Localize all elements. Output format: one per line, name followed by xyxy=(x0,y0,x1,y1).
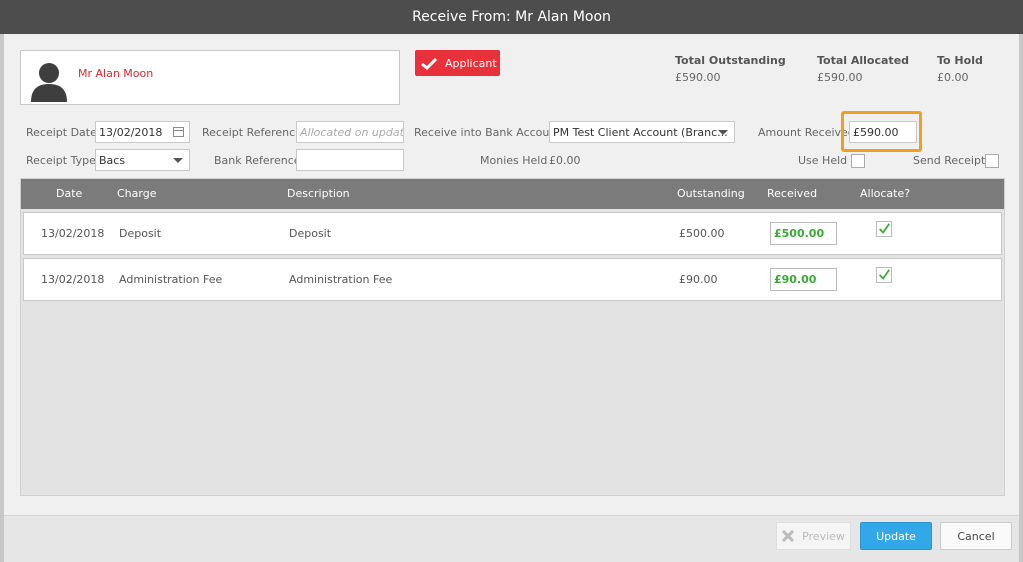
focus-highlight xyxy=(841,111,922,152)
bank-account-label: Receive into Bank Account xyxy=(414,126,561,139)
column-header-outstanding[interactable]: Outstanding xyxy=(677,187,745,200)
bank-reference-label: Bank Reference xyxy=(214,154,301,167)
monies-held-value: £0.00 xyxy=(549,154,581,167)
applicant-badge: Applicant xyxy=(415,50,500,76)
row-outstanding: £90.00 xyxy=(679,273,718,286)
use-held-label: Use Held xyxy=(798,154,848,167)
check-icon xyxy=(421,57,437,70)
send-receipt-label: Send Receipt xyxy=(913,154,986,167)
table-header: Date Charge Description Outstanding Rece… xyxy=(21,179,1004,209)
column-header-charge[interactable]: Charge xyxy=(117,187,156,200)
user-silhouette-icon xyxy=(31,63,67,102)
row-description: Administration Fee xyxy=(289,273,393,286)
allocate-checkbox[interactable] xyxy=(876,221,892,237)
close-icon xyxy=(782,530,795,542)
dialog-footer: Preview Update Cancel xyxy=(4,515,1019,562)
allocate-checkbox[interactable] xyxy=(876,267,892,283)
bank-account-select[interactable]: PM Test Client Account (Branc... xyxy=(549,121,735,143)
total-outstanding-label: Total Outstanding xyxy=(675,54,786,67)
to-hold-label: To Hold xyxy=(937,54,983,67)
column-header-date[interactable]: Date xyxy=(56,187,82,200)
column-header-received[interactable]: Received xyxy=(767,187,817,200)
table-row[interactable]: 13/02/2018 Administration Fee Administra… xyxy=(23,258,1002,301)
received-amount-input[interactable]: £500.00 xyxy=(770,222,837,245)
update-button[interactable]: Update xyxy=(860,522,932,550)
column-header-allocate[interactable]: Allocate? xyxy=(860,187,910,200)
row-outstanding: £500.00 xyxy=(679,227,725,240)
row-charge: Deposit xyxy=(119,227,162,240)
receipt-type-value: Bacs xyxy=(99,154,126,167)
preview-button[interactable]: Preview xyxy=(776,522,851,550)
receipt-reference-input[interactable]: Allocated on update xyxy=(296,121,404,143)
check-icon xyxy=(879,269,890,280)
applicant-card: Mr Alan Moon xyxy=(20,50,400,105)
bank-account-value: PM Test Client Account (Branc... xyxy=(553,126,728,139)
total-allocated-label: Total Allocated xyxy=(817,54,910,67)
row-date: 13/02/2018 xyxy=(41,227,105,240)
chevron-down-icon xyxy=(718,130,728,135)
applicant-name[interactable]: Mr Alan Moon xyxy=(78,67,153,80)
receipt-reference-label: Receipt Reference xyxy=(202,126,302,139)
row-date: 13/02/2018 xyxy=(41,273,105,286)
receipt-date-field[interactable]: 13/02/2018 xyxy=(95,121,190,143)
receipt-date-value: 13/02/2018 xyxy=(99,126,163,139)
dialog-title: Receive From: Mr Alan Moon xyxy=(0,0,1023,34)
monies-held-label: Monies Held xyxy=(480,154,548,167)
bank-reference-input[interactable] xyxy=(296,149,404,171)
applicant-badge-label: Applicant xyxy=(445,56,497,70)
receipt-type-label: Receipt Type xyxy=(26,154,96,167)
received-amount-input[interactable]: £90.00 xyxy=(770,268,837,291)
total-outstanding-value: £590.00 xyxy=(675,71,721,84)
use-held-checkbox[interactable] xyxy=(851,154,865,168)
receipt-type-select[interactable]: Bacs xyxy=(95,149,190,171)
receive-dialog: Mr Alan Moon Applicant Total Outstanding… xyxy=(4,34,1019,562)
check-icon xyxy=(879,223,890,234)
row-description: Deposit xyxy=(289,227,332,240)
chevron-down-icon xyxy=(173,158,183,163)
table-row[interactable]: 13/02/2018 Deposit Deposit £500.00 £500.… xyxy=(23,212,1002,255)
row-charge: Administration Fee xyxy=(119,273,223,286)
calendar-icon[interactable] xyxy=(173,127,184,137)
send-receipt-checkbox[interactable] xyxy=(985,154,999,168)
column-header-description[interactable]: Description xyxy=(287,187,350,200)
receipt-date-label: Receipt Date xyxy=(26,126,97,139)
cancel-button[interactable]: Cancel xyxy=(940,522,1012,550)
charges-table: Date Charge Description Outstanding Rece… xyxy=(20,178,1005,496)
total-allocated-value: £590.00 xyxy=(817,71,863,84)
to-hold-value: £0.00 xyxy=(937,71,969,84)
preview-button-label: Preview xyxy=(802,529,845,543)
